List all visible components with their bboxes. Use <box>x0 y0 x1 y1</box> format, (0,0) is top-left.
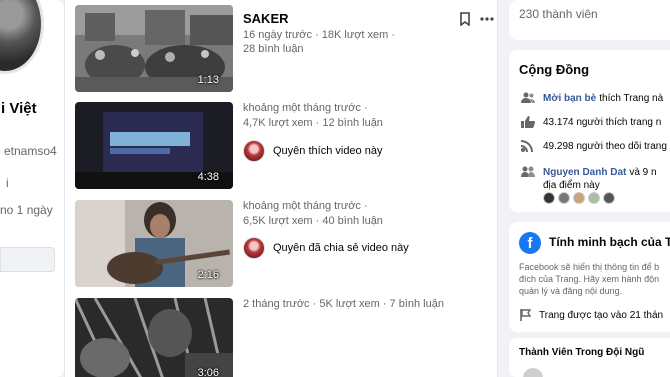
profile-info-line: i <box>6 176 9 190</box>
page-created-text: Trang được tạo vào 21 thán <box>539 309 664 321</box>
invite-friends-link[interactable]: Mời bạn bè <box>543 93 596 104</box>
invite-friends-icon <box>521 92 535 103</box>
members-card: 230 thành viên <box>509 0 670 40</box>
friend-activity-text: Quyên đã chia sẻ video này <box>273 242 409 254</box>
video-title[interactable]: SAKER <box>243 11 289 26</box>
video-meta: 2 tháng trước · 5K lượt xem · 7 bình luậ… <box>243 298 444 310</box>
community-follows-row: 49.298 người theo dõi trang <box>521 140 667 152</box>
community-invite-row[interactable]: Mời bạn bè thích Trang nà <box>521 92 663 104</box>
video-thumbnail[interactable]: 4:38 <box>75 102 233 189</box>
community-likes-row: 43.174 người thích trang n <box>521 116 661 128</box>
video-thumbnail[interactable]: 1:13 <box>75 5 233 92</box>
profile-username: etnamso4 <box>4 144 57 158</box>
team-card: Thành Viên Trong Đội Ngũ <box>509 338 670 377</box>
profile-name[interactable]: i Việt <box>1 100 37 117</box>
follow-rss-icon <box>521 140 533 152</box>
video-meta: khoảng một tháng trước · <box>243 200 368 212</box>
checkin-place-text: địa điểm này <box>543 180 600 191</box>
friend-activity-text: Quyên thích video này <box>273 145 383 157</box>
mini-avatar[interactable] <box>543 192 555 204</box>
video-stats: 6,5K lượt xem · 40 bình luận <box>243 215 383 227</box>
video-item[interactable]: 4:38 khoảng một tháng trước · 4,7K lượt … <box>75 102 495 192</box>
video-item[interactable]: 1:13 SAKER 16 ngày trước · 18K lượt xem … <box>75 5 495 95</box>
friend-avatar[interactable] <box>243 237 265 259</box>
video-thumbnail[interactable]: 3:06 <box>75 298 233 377</box>
invite-friends-text: thích Trang nà <box>599 92 664 104</box>
transparency-title: Tính minh bạch của T <box>549 235 670 249</box>
mini-avatar[interactable] <box>558 192 570 204</box>
team-member-avatar[interactable] <box>523 368 543 377</box>
members-count[interactable]: 230 thành viên <box>519 7 598 21</box>
flag-icon <box>520 309 532 321</box>
checkin-friend-link[interactable]: Nguyen Danh Dat <box>543 167 626 178</box>
likes-count-text: 43.174 người thích trang n <box>543 116 662 128</box>
transparency-desc-line: đích của Trang. Hãy xem hành độn <box>519 274 660 284</box>
video-duration: 4:38 <box>197 171 219 183</box>
friend-activity[interactable]: Quyên đã chia sẻ video này <box>243 237 409 259</box>
monochrome-thumbnail-icon <box>75 298 233 377</box>
video-thumbnail[interactable]: 2:16 <box>75 200 233 287</box>
friend-activity[interactable]: Quyên thích video này <box>243 140 382 162</box>
video-stats: 4,7K lượt xem · 12 bình luận <box>243 117 383 129</box>
mini-avatar[interactable] <box>588 192 600 204</box>
profile-avatar[interactable] <box>0 0 44 74</box>
right-column: 230 thành viên Cộng Đồng Mời bạn bè thíc… <box>509 0 670 377</box>
community-checkin-row[interactable]: Nguyen Danh Dat và 9 n <box>521 166 657 178</box>
bookmark-icon[interactable] <box>457 11 473 27</box>
transparency-desc-line: Facebook sẽ hiển thị thông tin để b <box>519 262 660 272</box>
transparency-desc-line: quản lý và đăng nội dung. <box>519 286 623 296</box>
video-meta: 16 ngày trước · 18K lượt xem · <box>243 29 396 41</box>
mini-avatar[interactable] <box>603 192 615 204</box>
video-meta: khoảng một tháng trước · <box>243 102 368 114</box>
team-title: Thành Viên Trong Đội Ngũ <box>519 347 645 358</box>
followers-count-text: 49.298 người theo dõi trang <box>543 140 667 152</box>
video-comments[interactable]: 28 bình luận <box>243 43 304 55</box>
friend-avatar[interactable] <box>243 140 265 162</box>
video-feed: 1:13 SAKER 16 ngày trước · 18K lượt xem … <box>64 0 498 377</box>
page-created-row: Trang được tạo vào 21 thán <box>519 308 663 322</box>
community-title: Cộng Đồng <box>519 62 590 77</box>
video-duration: 2:16 <box>197 269 219 281</box>
profile-response-time: no 1 ngày <box>0 203 53 217</box>
video-item[interactable]: 3:06 2 tháng trước · 5K lượt xem · 7 bìn… <box>75 298 495 377</box>
video-duration: 3:06 <box>197 367 219 377</box>
checkin-avatars[interactable] <box>543 192 618 204</box>
transparency-card: f Tính minh bạch của T Facebook sẽ hiển … <box>509 222 670 332</box>
video-item[interactable]: 2:16 khoảng một tháng trước · 6,5K lượt … <box>75 200 495 290</box>
checkin-text: và 9 n <box>629 166 657 178</box>
video-duration: 1:13 <box>197 74 219 86</box>
mini-avatar[interactable] <box>573 192 585 204</box>
facebook-logo-icon: f <box>519 232 541 254</box>
left-column: i Việt etnamso4 i no 1 ngày <box>0 0 64 377</box>
thumbs-up-icon <box>521 116 535 128</box>
more-options-icon[interactable] <box>479 11 495 27</box>
people-checkin-icon <box>521 166 535 177</box>
profile-action-button[interactable] <box>0 247 55 272</box>
profile-card: i Việt etnamso4 i no 1 ngày <box>0 0 64 377</box>
